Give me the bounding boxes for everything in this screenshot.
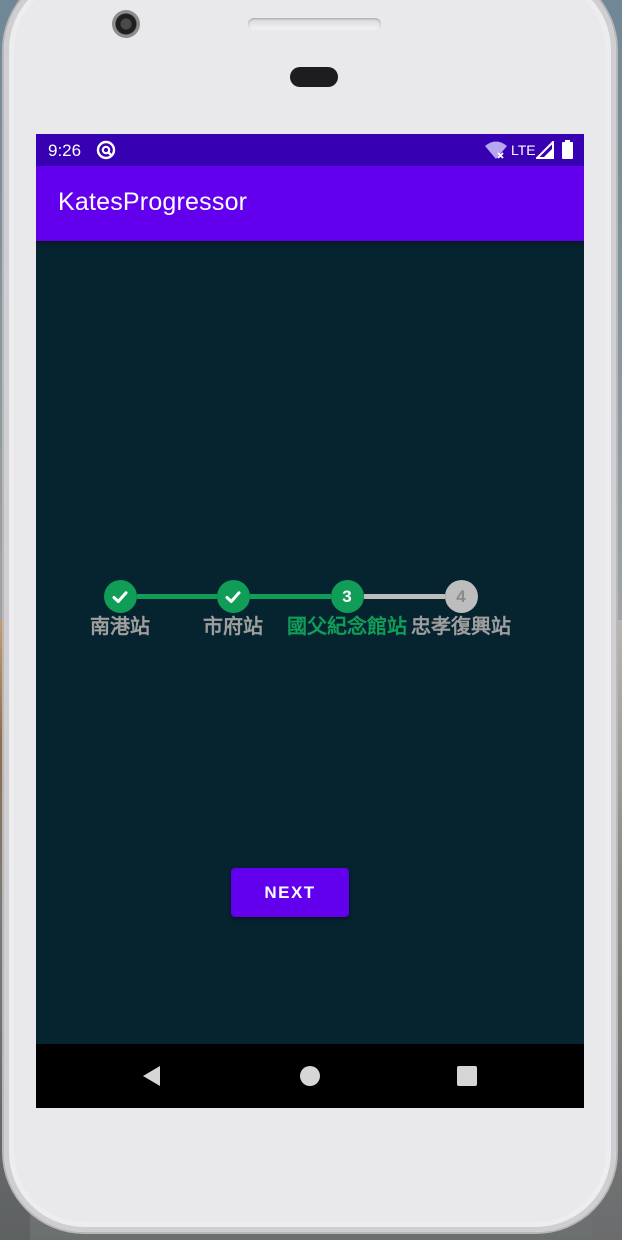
next-button[interactable]: NEXT bbox=[231, 868, 349, 917]
back-icon[interactable] bbox=[140, 1064, 162, 1088]
app-bar: KatesProgressor bbox=[36, 166, 584, 241]
network-type-label: LTE bbox=[511, 142, 536, 158]
home-icon[interactable] bbox=[300, 1066, 320, 1086]
check-icon bbox=[216, 580, 250, 613]
device-screen: 9:26 LTE KatesProgressor 南港站 市府站 3 國父紀念館… bbox=[36, 134, 584, 1108]
signal-icon bbox=[534, 139, 554, 159]
wifi-icon bbox=[484, 140, 508, 160]
front-camera bbox=[112, 10, 140, 38]
earpiece-speaker bbox=[248, 18, 381, 30]
status-bar: 9:26 LTE bbox=[36, 134, 584, 166]
step-progressor: 南港站 市府站 3 國父紀念館站 4 忠孝復興站 bbox=[36, 574, 584, 644]
step-connector bbox=[136, 594, 217, 599]
proximity-sensor bbox=[290, 67, 338, 87]
recents-icon[interactable] bbox=[457, 1066, 477, 1086]
step-number-badge: 3 bbox=[330, 580, 364, 613]
battery-icon bbox=[562, 140, 573, 159]
status-time: 9:26 bbox=[48, 141, 82, 160]
check-icon bbox=[103, 580, 137, 613]
sync-icon bbox=[96, 140, 116, 160]
step-connector bbox=[249, 594, 331, 599]
step-connector bbox=[363, 594, 445, 599]
navigation-bar bbox=[36, 1044, 584, 1108]
step-label: 忠孝復興站 bbox=[411, 616, 511, 638]
step-number-badge: 4 bbox=[444, 580, 478, 613]
app-title: KatesProgressor bbox=[58, 188, 248, 216]
